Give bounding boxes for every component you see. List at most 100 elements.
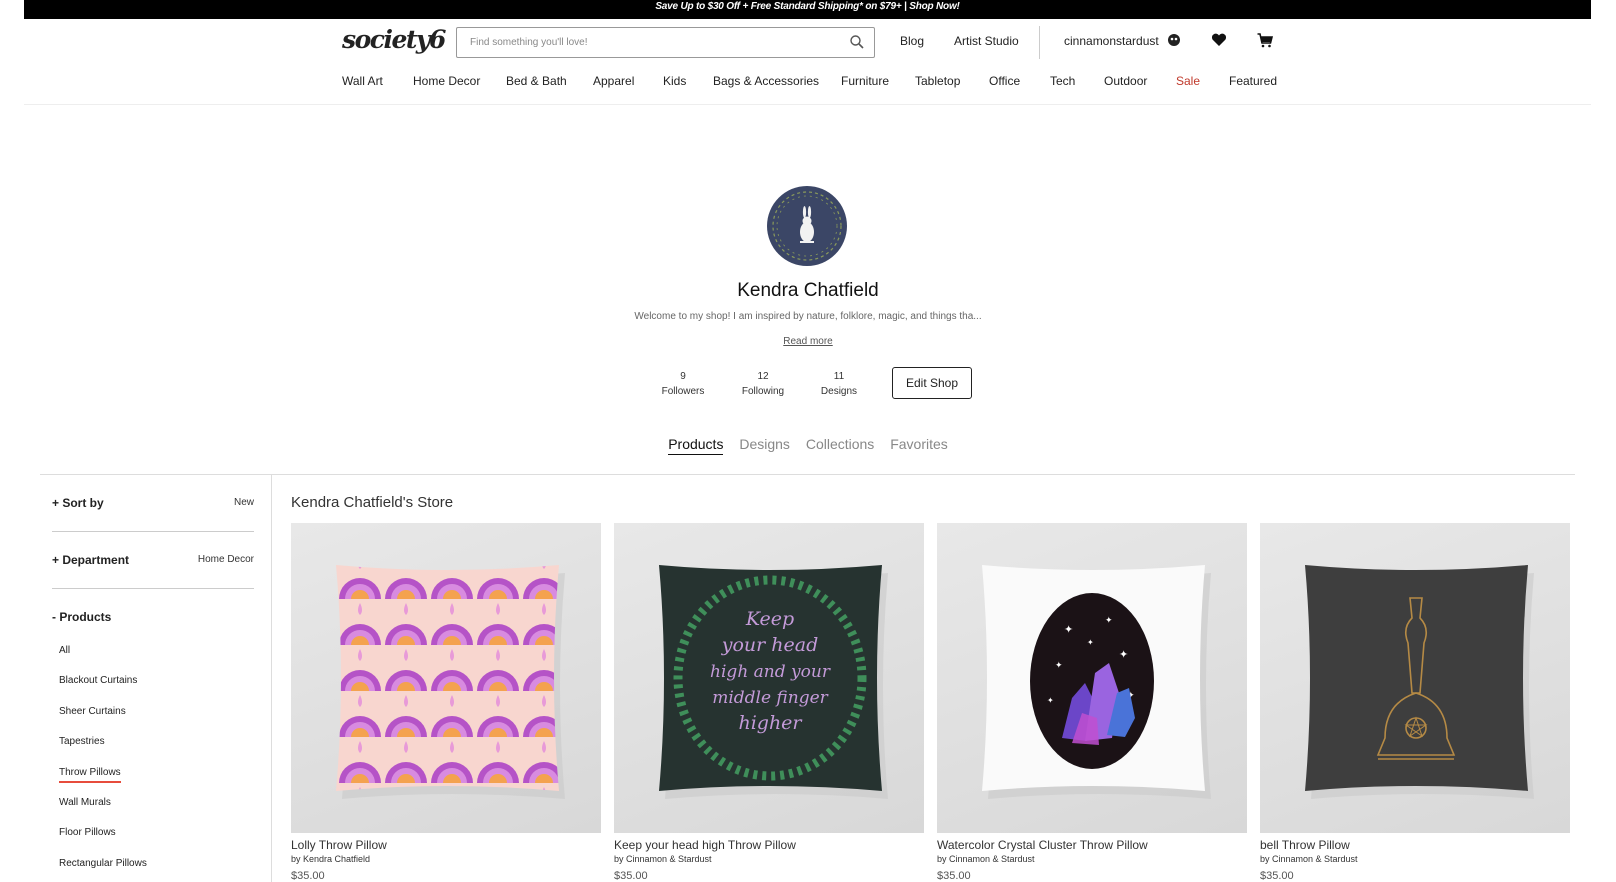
- stat-value: 9: [680, 371, 686, 382]
- product-filter-wall-murals[interactable]: Wall Murals: [59, 797, 111, 808]
- search-bar: [456, 27, 875, 58]
- product-image[interactable]: ✦ ✦ ✦ ✦ ✦ ✦ ✦: [937, 523, 1247, 833]
- product-artist[interactable]: by Kendra Chatfield: [291, 854, 601, 864]
- product-artist[interactable]: by Cinnamon & Stardust: [937, 854, 1247, 864]
- stat-label: Followers: [661, 386, 705, 397]
- tab-products[interactable]: Products: [668, 436, 724, 455]
- product-filter-rectangular-pillows[interactable]: Rectangular Pillows: [59, 858, 147, 869]
- stat-following[interactable]: 12 Following: [733, 369, 793, 399]
- product-price: $35.00: [937, 870, 971, 882]
- promo-banner[interactable]: Save Up to $30 Off + Free Standard Shipp…: [24, 0, 1591, 19]
- product-artist[interactable]: by Cinnamon & Stardust: [614, 854, 924, 864]
- product-filter-throw-pillows[interactable]: Throw Pillows: [59, 767, 121, 783]
- rabbit-icon: [772, 191, 842, 261]
- read-more-link[interactable]: Read more: [783, 336, 832, 347]
- product-artist[interactable]: by Cinnamon & Stardust: [1260, 854, 1570, 864]
- tab-favorites[interactable]: Favorites: [890, 436, 948, 454]
- filter-label: - Products: [52, 610, 112, 624]
- product-filter-floor-pillows[interactable]: Floor Pillows: [59, 827, 116, 838]
- pillow-art-text: middle finger: [712, 688, 828, 708]
- product-name[interactable]: Watercolor Crystal Cluster Throw Pillow: [937, 838, 1247, 852]
- nav-kids[interactable]: Kids: [663, 74, 686, 88]
- stat-followers[interactable]: 9 Followers: [653, 369, 713, 399]
- product-price: $35.00: [1260, 870, 1294, 882]
- nav-home-decor[interactable]: Home Decor: [413, 74, 480, 88]
- crystal-pillow-image: ✦ ✦ ✦ ✦ ✦ ✦ ✦: [982, 565, 1211, 799]
- nav-apparel[interactable]: Apparel: [593, 74, 634, 88]
- bell-pillow-image: [1305, 565, 1534, 799]
- user-avatar-icon[interactable]: [1165, 31, 1183, 49]
- product-price: $35.00: [291, 870, 325, 882]
- username-link[interactable]: cinnamonstardust: [1064, 34, 1159, 48]
- header-divider: [1039, 26, 1040, 59]
- filter-label: + Sort by: [52, 496, 104, 510]
- product-name[interactable]: Keep your head high Throw Pillow: [614, 838, 924, 852]
- sidebar-divider: [271, 474, 272, 882]
- store-title: Kendra Chatfield's Store: [291, 494, 454, 511]
- nav-office[interactable]: Office: [989, 74, 1020, 88]
- product-name[interactable]: Lolly Throw Pillow: [291, 838, 601, 852]
- nav-bags-accessories[interactable]: Bags & Accessories: [713, 74, 819, 88]
- artist-studio-link[interactable]: Artist Studio: [954, 34, 1019, 48]
- svg-text:✦: ✦: [1105, 615, 1113, 625]
- product-price: $35.00: [614, 870, 648, 882]
- profile-bio: Welcome to my shop! I am inspired by nat…: [634, 311, 982, 322]
- lolly-pillow-image: [336, 565, 565, 799]
- tab-designs[interactable]: Designs: [739, 436, 790, 454]
- nav-furniture[interactable]: Furniture: [841, 74, 889, 88]
- cart-icon[interactable]: [1256, 31, 1274, 49]
- filter-value: Home Decor: [197, 554, 254, 565]
- nav-outdoor[interactable]: Outdoor: [1104, 74, 1147, 88]
- nav-tabletop[interactable]: Tabletop: [915, 74, 960, 88]
- filter-value: New: [233, 497, 254, 508]
- stat-label: Designs: [820, 386, 858, 397]
- pillow-art-text: Keep: [745, 608, 794, 630]
- edit-shop-button[interactable]: Edit Shop: [892, 367, 972, 399]
- svg-text:✦: ✦: [1055, 660, 1063, 670]
- product-image[interactable]: [1260, 523, 1570, 833]
- logo[interactable]: society6: [342, 25, 446, 54]
- product-filter-blackout-curtains[interactable]: Blackout Curtains: [59, 675, 137, 686]
- product-card[interactable]: Lolly Throw Pillow by Kendra Chatfield $…: [291, 523, 601, 882]
- stat-value: 11: [833, 371, 845, 382]
- filter-divider: [52, 531, 254, 532]
- stat-value: 12: [757, 371, 769, 382]
- profile-tabs: Products Designs Collections Favorites: [0, 436, 1616, 455]
- filter-divider: [52, 588, 254, 589]
- stat-designs[interactable]: 11 Designs: [809, 369, 869, 399]
- avatar[interactable]: [767, 186, 847, 266]
- product-image[interactable]: [291, 523, 601, 833]
- svg-text:✦: ✦: [1047, 696, 1054, 705]
- category-nav: Wall Art Home Decor Bed & Bath Apparel K…: [24, 74, 1591, 96]
- nav-featured[interactable]: Featured: [1229, 74, 1277, 88]
- pillow-art-text: your head: [721, 634, 819, 656]
- nav-sale[interactable]: Sale: [1176, 74, 1200, 88]
- nav-wall-art[interactable]: Wall Art: [342, 74, 383, 88]
- product-filter-sheer-curtains[interactable]: Sheer Curtains: [59, 706, 126, 717]
- keep-your-head-high-pillow-image: Keep your head high and your middle fing…: [659, 565, 888, 799]
- read-more-wrap: Read more: [0, 336, 1616, 347]
- search-input[interactable]: [457, 28, 827, 57]
- nav-tech[interactable]: Tech: [1050, 74, 1075, 88]
- svg-text:✦: ✦: [1087, 638, 1094, 647]
- nav-bed-bath[interactable]: Bed & Bath: [506, 74, 567, 88]
- product-card[interactable]: ✦ ✦ ✦ ✦ ✦ ✦ ✦ Watercolor Crystal Cluster…: [937, 523, 1247, 882]
- pillow-art-text: high and your: [710, 662, 831, 682]
- filter-label: + Department: [52, 553, 130, 567]
- search-icon[interactable]: [849, 34, 865, 50]
- product-card[interactable]: Keep your head high and your middle fing…: [614, 523, 924, 882]
- site-header: society6 Blog Artist Studio cinnamonstar…: [24, 19, 1591, 105]
- blog-link[interactable]: Blog: [900, 34, 924, 48]
- product-card[interactable]: bell Throw Pillow by Cinnamon & Stardust…: [1260, 523, 1570, 882]
- pillow-art-text: higher: [738, 712, 803, 734]
- product-image[interactable]: Keep your head high and your middle fing…: [614, 523, 924, 833]
- tab-collections[interactable]: Collections: [806, 436, 874, 454]
- product-name[interactable]: bell Throw Pillow: [1260, 838, 1570, 852]
- profile-name: Kendra Chatfield: [737, 280, 879, 301]
- heart-icon[interactable]: [1210, 31, 1228, 49]
- product-filter-tapestries[interactable]: Tapestries: [59, 736, 105, 747]
- stat-label: Following: [741, 386, 785, 397]
- product-filter-all[interactable]: All: [59, 645, 70, 656]
- svg-text:✦: ✦: [1119, 649, 1128, 661]
- svg-text:✦: ✦: [1064, 624, 1073, 636]
